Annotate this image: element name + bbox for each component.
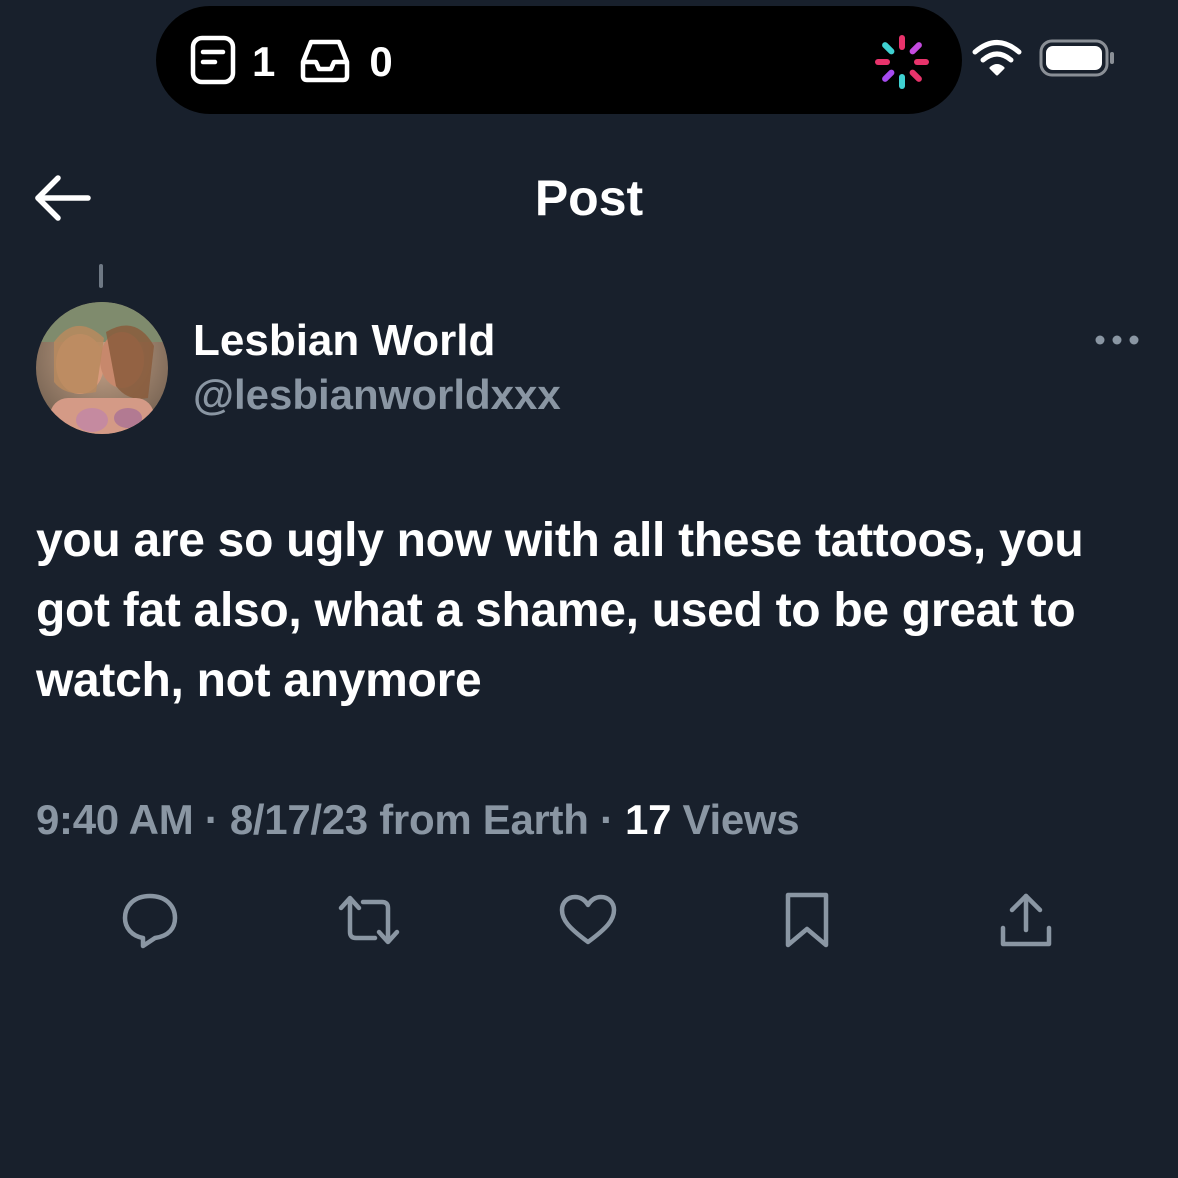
activity-spinner-icon bbox=[872, 32, 932, 92]
repost-button[interactable] bbox=[333, 886, 405, 958]
meta-separator: · bbox=[193, 796, 230, 843]
status-indicators bbox=[972, 38, 1118, 83]
reply-icon bbox=[119, 890, 181, 955]
post-date-source: 8/17/23 from Earth bbox=[229, 796, 589, 843]
battery-icon bbox=[1038, 38, 1118, 83]
views-count[interactable]: 17 bbox=[625, 796, 671, 843]
notes-icon bbox=[190, 35, 236, 90]
post-meta: 9:40 AM · 8/17/23 from Earth · 17 Views bbox=[36, 792, 800, 848]
like-button[interactable] bbox=[552, 886, 624, 958]
like-icon bbox=[557, 892, 619, 953]
inbox-count: 0 bbox=[369, 38, 393, 85]
share-button[interactable] bbox=[990, 886, 1062, 958]
action-bar bbox=[0, 886, 1178, 958]
post-text: you are so ugly now with all these tatto… bbox=[36, 514, 1084, 707]
notes-count: 1 bbox=[252, 38, 276, 85]
post-time: 9:40 AM bbox=[36, 796, 194, 843]
wifi-icon bbox=[972, 39, 1022, 82]
reply-button[interactable] bbox=[114, 886, 186, 958]
page-title: Post bbox=[534, 170, 644, 226]
author-display-name[interactable]: Lesbian World bbox=[193, 314, 495, 368]
views-label[interactable]: Views bbox=[671, 796, 800, 843]
bookmark-icon bbox=[782, 889, 832, 956]
more-dots-icon bbox=[1090, 335, 1144, 358]
status-island: 1 0 bbox=[156, 6, 962, 114]
island-left-group: 1 0 bbox=[190, 34, 393, 90]
avatar[interactable] bbox=[36, 302, 168, 434]
author-handle[interactable]: @lesbianworldxxx bbox=[193, 368, 561, 422]
inbox-tray-icon bbox=[297, 36, 353, 89]
post-detail-screen: 1 0 Post Lesbian World @lesbianworldxxx … bbox=[0, 0, 1178, 1178]
thread-connector-line bbox=[99, 264, 103, 288]
more-options-button[interactable] bbox=[1090, 326, 1144, 354]
repost-icon bbox=[335, 892, 403, 953]
meta-separator: · bbox=[588, 796, 626, 843]
share-icon bbox=[997, 890, 1055, 955]
bookmark-button[interactable] bbox=[771, 886, 843, 958]
